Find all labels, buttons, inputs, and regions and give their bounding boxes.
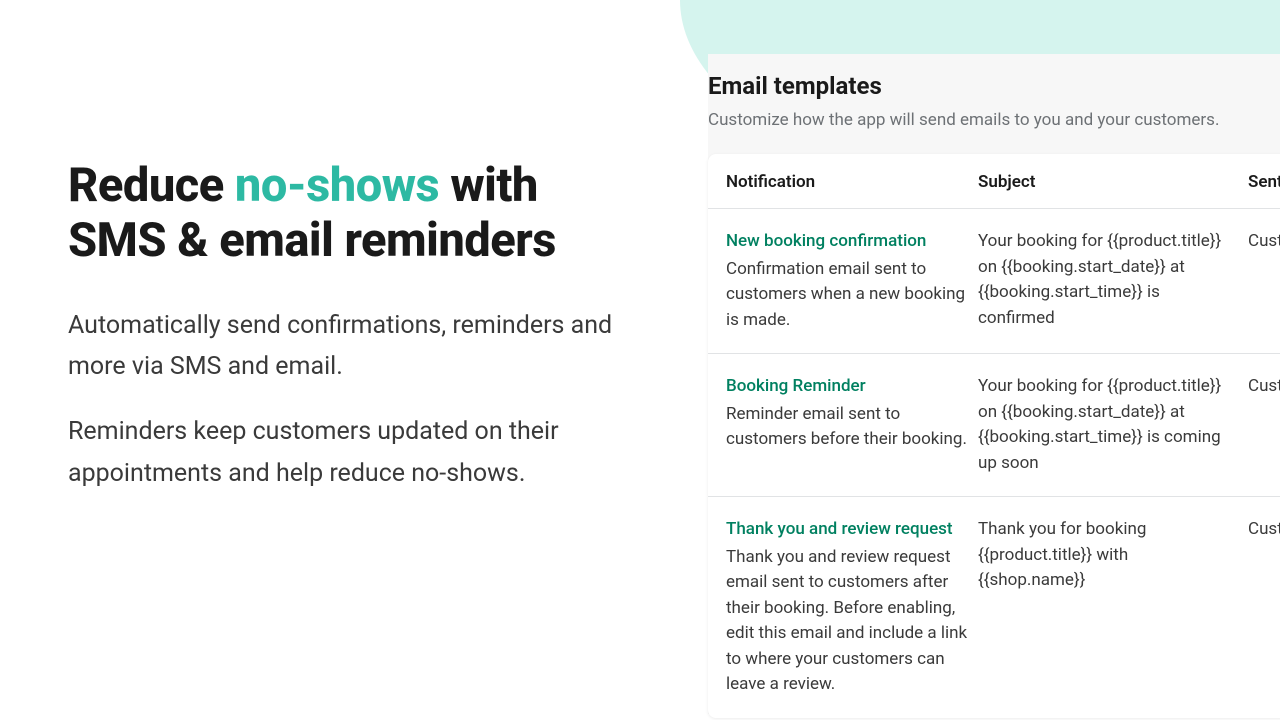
notification-title[interactable]: New booking confirmation bbox=[726, 229, 978, 255]
notification-description: Thank you and review request email sent … bbox=[726, 545, 978, 698]
notification-cell: Booking Reminder Reminder email sent to … bbox=[726, 374, 978, 476]
table-row[interactable]: Booking Reminder Reminder email sent to … bbox=[708, 354, 1280, 497]
hero-paragraph-1: Automatically send confirmations, remind… bbox=[68, 305, 628, 388]
subject-cell: Your booking for {{product.title}} on {{… bbox=[978, 229, 1230, 331]
table-row[interactable]: New booking confirmation Confirmation em… bbox=[708, 209, 1280, 354]
notification-cell: New booking confirmation Confirmation em… bbox=[726, 229, 978, 333]
templates-table: Notification Subject Sent New booking co… bbox=[708, 154, 1280, 718]
notification-description: Confirmation email sent to customers whe… bbox=[726, 257, 978, 334]
panel-subtitle: Customize how the app will send emails t… bbox=[708, 110, 1280, 130]
sent-text: Cust bbox=[1248, 229, 1280, 255]
sent-text: Cust bbox=[1248, 374, 1280, 400]
table-header: Notification Subject Sent bbox=[708, 154, 1280, 209]
subject-cell: Thank you for booking {{product.title}} … bbox=[978, 517, 1230, 594]
sent-text: Cust bbox=[1248, 517, 1280, 543]
headline-highlight: no-shows bbox=[235, 158, 439, 213]
subject-text: Thank you for booking {{product.title}} … bbox=[978, 517, 1230, 594]
subject-cell: Your booking for {{product.title}} on {{… bbox=[978, 374, 1230, 476]
notification-cell: Thank you and review request Thank you a… bbox=[726, 517, 978, 698]
hero-paragraph-2: Reminders keep customers updated on thei… bbox=[68, 411, 628, 494]
headline-pre: Reduce bbox=[68, 158, 235, 213]
hero-headline: Reduce no-shows with SMS & email reminde… bbox=[68, 158, 628, 269]
table-row[interactable]: Thank you and review request Thank you a… bbox=[708, 497, 1280, 718]
column-header-subject: Subject bbox=[978, 172, 1230, 192]
sent-cell: Cust bbox=[1230, 229, 1280, 255]
email-templates-panel: Email templates Customize how the app wi… bbox=[708, 54, 1280, 714]
sent-cell: Cust bbox=[1230, 517, 1280, 543]
subject-text: Your booking for {{product.title}} on {{… bbox=[978, 374, 1230, 476]
column-header-notification: Notification bbox=[726, 172, 978, 192]
sent-cell: Cust bbox=[1230, 374, 1280, 400]
panel-title: Email templates bbox=[708, 72, 1280, 100]
hero-section: Reduce no-shows with SMS & email reminde… bbox=[68, 158, 628, 494]
notification-description: Reminder email sent to customers before … bbox=[726, 402, 978, 453]
subject-text: Your booking for {{product.title}} on {{… bbox=[978, 229, 1230, 331]
notification-title[interactable]: Booking Reminder bbox=[726, 374, 978, 400]
notification-title[interactable]: Thank you and review request bbox=[726, 517, 978, 543]
column-header-sent: Sent bbox=[1230, 172, 1280, 192]
